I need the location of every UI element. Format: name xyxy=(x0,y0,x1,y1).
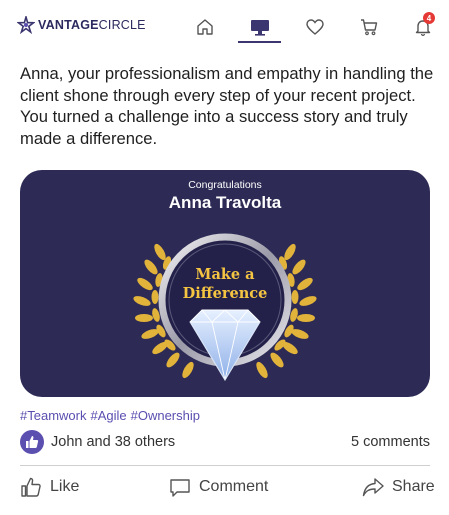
comment-label: Comment xyxy=(199,478,269,495)
hashtag-link[interactable]: #Ownership xyxy=(131,408,200,423)
active-tab-indicator xyxy=(238,41,281,43)
card-greeting: Congratulations xyxy=(188,179,262,191)
reactions-summary: John and 38 others 5 comments xyxy=(20,430,430,454)
hashtag-link[interactable]: #Teamwork xyxy=(20,408,86,423)
comment-icon xyxy=(170,479,190,497)
cart-icon xyxy=(361,19,378,36)
post-message: Anna, your professionalism and empathy i… xyxy=(20,64,434,149)
share-icon xyxy=(362,478,384,497)
comment-button[interactable]: Comment xyxy=(169,474,268,500)
notification-count-badge: 4 xyxy=(423,12,435,24)
share-label: Share xyxy=(392,478,435,495)
like-label: Like xyxy=(50,478,80,495)
hashtag-list: #Teamwork #Agile #Ownership xyxy=(20,408,204,423)
logo-star-icon xyxy=(17,16,35,34)
thumbs-up-outline-icon xyxy=(21,477,41,497)
nav-home-button[interactable] xyxy=(192,14,218,40)
nav-desktop-button[interactable] xyxy=(247,14,273,40)
reactions-text[interactable]: John and 38 others xyxy=(51,434,175,450)
award-title-line-1: Make a xyxy=(195,266,255,283)
nav-cart-button[interactable] xyxy=(356,14,382,40)
like-button[interactable]: Like xyxy=(20,474,79,500)
thumbs-up-icon xyxy=(26,436,39,448)
share-button[interactable]: Share xyxy=(362,474,435,500)
heart-icon xyxy=(306,19,324,35)
award-card[interactable]: Congratulations Anna Travolta Make a Dif… xyxy=(20,170,430,397)
vantage-circle-logo[interactable]: VANTAGECIRCLE xyxy=(17,16,146,34)
recipient-name: Anna Travolta xyxy=(168,193,282,212)
thumbs-up-reaction-icon xyxy=(20,430,44,454)
hashtag-link[interactable]: #Agile xyxy=(90,408,126,423)
nav-favorites-button[interactable] xyxy=(302,14,328,40)
logo-wordmark: VANTAGECIRCLE xyxy=(38,18,146,32)
home-icon xyxy=(197,19,213,35)
desktop-icon xyxy=(251,20,269,36)
comments-count-link[interactable]: 5 comments xyxy=(351,434,430,450)
top-navigation-bar: VANTAGECIRCLE 4 xyxy=(0,0,449,52)
action-divider xyxy=(20,465,430,466)
award-title-line-2: Difference xyxy=(182,285,268,302)
